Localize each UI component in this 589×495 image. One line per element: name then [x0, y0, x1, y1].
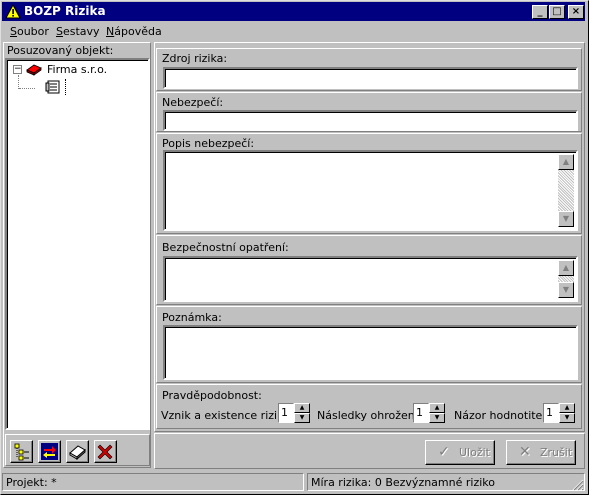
spin-down-icon[interactable]: ▼ — [294, 413, 310, 423]
spin-up-icon[interactable]: ▲ — [429, 403, 445, 413]
section-pravdepodobnost: Pravděpodobnost: Vznik a existence rizik… — [156, 384, 582, 429]
spin-down-icon[interactable]: ▼ — [559, 413, 575, 423]
left-toolbar — [5, 434, 150, 466]
section-bezpecnostni: Bezpečnostní opatření: ▲ ▼ — [156, 235, 582, 305]
status-project: Projekt: * — [2, 473, 304, 491]
warning-icon — [5, 4, 21, 19]
title-bar: BOZP Rizika _ □ × — [2, 2, 585, 21]
scroll-up-icon[interactable]: ▲ — [558, 154, 574, 170]
zdroj-input[interactable] — [163, 67, 578, 89]
bezpecnostni-scrollbar[interactable]: ▲ ▼ — [558, 260, 574, 298]
maximize-button[interactable]: □ — [549, 5, 565, 19]
menu-soubor[interactable]: Soubor — [10, 25, 49, 38]
close-button[interactable]: × — [568, 5, 584, 19]
move-button[interactable] — [38, 440, 61, 463]
tree-view-button[interactable] — [10, 440, 33, 463]
menu-sestavy[interactable]: Sestavy — [56, 25, 100, 38]
status-risk: Míra rizika: 0 Bezvýznamné riziko — [307, 473, 585, 491]
tree-connector — [18, 75, 19, 89]
window-title: BOZP Rizika — [24, 4, 106, 18]
pravdepodobnost-label: Pravděpodobnost: — [162, 389, 262, 402]
bezpecnostni-textarea[interactable]: ▲ ▼ — [163, 256, 578, 302]
nasledky-value[interactable]: 1 — [413, 403, 429, 423]
checkmark-icon: ✓ — [438, 444, 450, 460]
minimize-button[interactable]: _ — [532, 5, 548, 19]
tree-expander[interactable]: − — [13, 65, 22, 74]
tree-label: Posuzovaný objekt: — [7, 44, 114, 57]
nazor-value[interactable]: 1 — [543, 403, 559, 423]
action-bar: ✓ Uložit ✕ Zrušit — [154, 433, 585, 469]
tree-connector — [19, 88, 35, 89]
document-icon — [45, 80, 60, 94]
nazor-label: Názor hodnotitele: — [454, 409, 556, 422]
eraser-icon — [69, 445, 86, 461]
section-poznamka: Poznámka: — [156, 306, 582, 383]
popis-scrollbar[interactable]: ▲ ▼ — [558, 154, 574, 227]
scroll-down-icon[interactable]: ▼ — [558, 211, 574, 227]
delete-x-icon — [97, 444, 113, 460]
spin-up-icon[interactable]: ▲ — [294, 403, 310, 413]
menu-napoveda[interactable]: Nápověda — [106, 25, 162, 38]
vznik-value[interactable]: 1 — [278, 403, 294, 423]
section-zdroj: Zdroj rizika: — [156, 48, 582, 91]
section-nebezpeci: Nebezpečí: — [156, 92, 582, 132]
scroll-down-icon[interactable]: ▼ — [558, 282, 574, 298]
spin-up-icon[interactable]: ▲ — [559, 403, 575, 413]
vznik-label: Vznik a existence rizika: — [161, 409, 294, 422]
scroll-up-icon[interactable]: ▲ — [558, 260, 574, 276]
tree-focus-marker — [65, 79, 66, 95]
save-button[interactable]: ✓ Uložit — [425, 440, 495, 465]
poznamka-label: Poznámka: — [162, 311, 222, 324]
object-tree[interactable]: − Firma s.r.o. — [5, 58, 150, 430]
firm-icon — [26, 64, 42, 76]
tree-list-icon — [14, 443, 29, 461]
move-arrows-icon — [41, 443, 58, 460]
popis-textarea[interactable]: ▲ ▼ — [163, 150, 578, 231]
delete-button[interactable] — [94, 440, 117, 463]
cancel-button[interactable]: ✕ Zrušit — [506, 440, 576, 465]
add-object-button[interactable] — [66, 440, 89, 463]
cancel-x-icon: ✕ — [519, 444, 531, 460]
bezpecnostni-label: Bezpečnostní opatření: — [162, 241, 289, 254]
section-popis: Popis nebezpečí: ▲ ▼ — [156, 133, 582, 234]
tree-item-firma[interactable]: Firma s.r.o. — [47, 63, 107, 76]
nebezpeci-input[interactable] — [163, 110, 578, 131]
spin-down-icon[interactable]: ▼ — [429, 413, 445, 423]
popis-label: Popis nebezpečí: — [162, 137, 255, 150]
menu-bar: Soubor Sestavy Nápověda — [2, 22, 585, 41]
zdroj-label: Zdroj rizika: — [162, 52, 228, 65]
status-bar: Projekt: * Míra rizika: 0 Bezvýznamné ri… — [2, 472, 585, 492]
poznamka-textarea[interactable] — [163, 325, 578, 380]
nasledky-label: Následky ohrožení: — [317, 409, 422, 422]
resize-grip-icon[interactable] — [572, 479, 584, 491]
nebezpeci-label: Nebezpečí: — [162, 96, 224, 109]
